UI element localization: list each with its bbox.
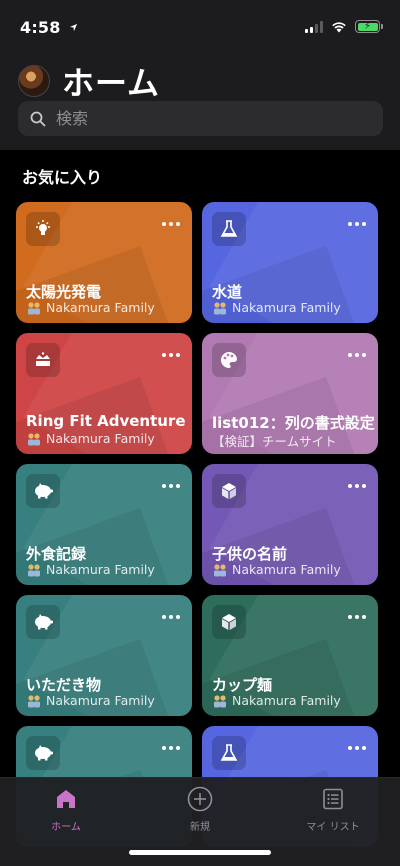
piggy-bank-icon — [26, 474, 60, 508]
card-title: list012：列の書式設定 — [212, 414, 375, 432]
add-circle-icon — [187, 786, 213, 812]
card-subtitle: Nakamura Family — [212, 300, 341, 315]
card-subtitle-text: Nakamura Family — [46, 300, 155, 315]
status-bar: 4:58 ⚡ — [0, 0, 400, 50]
list-card[interactable]: 水道 Nakamura Family — [202, 202, 378, 323]
home-icon — [57, 790, 75, 808]
list-icon — [323, 788, 343, 810]
card-subtitle: Nakamura Family — [26, 562, 155, 577]
lightbulb-icon — [26, 212, 60, 246]
card-title: 水道 — [212, 283, 243, 301]
tab-home[interactable]: ホーム — [6, 785, 126, 833]
card-subtitle: Nakamura Family — [26, 693, 155, 708]
card-subtitle: Nakamura Family — [26, 431, 155, 446]
card-subtitle-text: Nakamura Family — [46, 431, 155, 446]
cube-icon — [212, 605, 246, 639]
header: 4:58 ⚡ ホーム — [0, 0, 400, 150]
page-title: ホーム — [62, 64, 161, 102]
more-button[interactable] — [348, 746, 366, 750]
more-button[interactable] — [162, 746, 180, 750]
family-icon — [214, 301, 226, 314]
card-subtitle-text: Nakamura Family — [232, 693, 341, 708]
time-text: 4:58 — [20, 18, 61, 37]
section-title-favorites: お気に入り — [22, 168, 103, 187]
home-indicator — [129, 850, 271, 855]
card-subtitle-text: 【検証】チームサイト — [212, 434, 337, 449]
status-time: 4:58 — [20, 18, 78, 37]
location-arrow-icon — [70, 23, 78, 32]
family-icon — [28, 432, 40, 445]
list-card[interactable]: Ring Fit Adventure Nakamura Family — [16, 333, 192, 454]
flask-icon — [212, 736, 246, 770]
favorites-grid: 太陽光発電 Nakamura Family 水道 Nakamura Family… — [16, 202, 384, 847]
tab-new-label: 新規 — [190, 822, 210, 833]
card-subtitle-text: Nakamura Family — [46, 562, 155, 577]
more-button[interactable] — [162, 615, 180, 619]
more-button[interactable] — [162, 353, 180, 357]
piggy-bank-icon — [26, 736, 60, 770]
cube-icon — [212, 474, 246, 508]
search-icon — [30, 111, 46, 126]
card-subtitle: 【検証】チームサイト — [212, 431, 337, 450]
avatar[interactable] — [18, 65, 50, 97]
list-card[interactable]: いただき物 Nakamura Family — [16, 595, 192, 716]
tab-my-lists[interactable]: マイ リスト — [273, 785, 393, 833]
status-indicators: ⚡ — [305, 20, 383, 33]
card-title: カップ麺 — [212, 676, 273, 694]
search-input[interactable] — [56, 109, 356, 128]
more-button[interactable] — [348, 615, 366, 619]
card-title: いただき物 — [26, 676, 102, 694]
more-button[interactable] — [348, 222, 366, 226]
card-subtitle: Nakamura Family — [26, 300, 155, 315]
tab-new[interactable]: 新規 — [140, 785, 260, 833]
list-card[interactable]: list012：列の書式設定 【検証】チームサイト — [202, 333, 378, 454]
card-subtitle-text: Nakamura Family — [232, 562, 341, 577]
list-card[interactable]: 太陽光発電 Nakamura Family — [16, 202, 192, 323]
tab-home-label: ホーム — [51, 822, 81, 833]
list-card[interactable]: 外食記録 Nakamura Family — [16, 464, 192, 585]
card-subtitle: Nakamura Family — [212, 562, 341, 577]
card-subtitle-text: Nakamura Family — [232, 300, 341, 315]
card-title: 外食記録 — [26, 545, 87, 563]
more-button[interactable] — [348, 353, 366, 357]
card-subtitle-text: Nakamura Family — [46, 693, 155, 708]
family-icon — [214, 563, 226, 576]
list-card[interactable]: 子供の名前 Nakamura Family — [202, 464, 378, 585]
card-subtitle: Nakamura Family — [212, 693, 341, 708]
more-button[interactable] — [348, 484, 366, 488]
piggy-bank-icon — [26, 605, 60, 639]
list-card[interactable]: カップ麺 Nakamura Family — [202, 595, 378, 716]
search-bar[interactable] — [18, 101, 383, 136]
family-icon — [214, 694, 226, 707]
card-title: 子供の名前 — [212, 545, 288, 563]
family-icon — [28, 563, 40, 576]
more-button[interactable] — [162, 222, 180, 226]
battery-icon: ⚡ — [355, 20, 383, 33]
tab-my-lists-label: マイ リスト — [306, 822, 360, 833]
wifi-icon — [332, 21, 346, 32]
more-button[interactable] — [162, 484, 180, 488]
family-icon — [28, 694, 40, 707]
card-title: 太陽光発電 — [26, 283, 102, 301]
crown-icon — [26, 343, 60, 377]
flask-icon — [212, 212, 246, 246]
card-title: Ring Fit Adventure — [26, 412, 186, 430]
palette-icon — [212, 343, 246, 377]
family-icon — [28, 301, 40, 314]
cellular-signal-icon — [305, 20, 323, 33]
title-row: ホーム — [18, 58, 160, 104]
